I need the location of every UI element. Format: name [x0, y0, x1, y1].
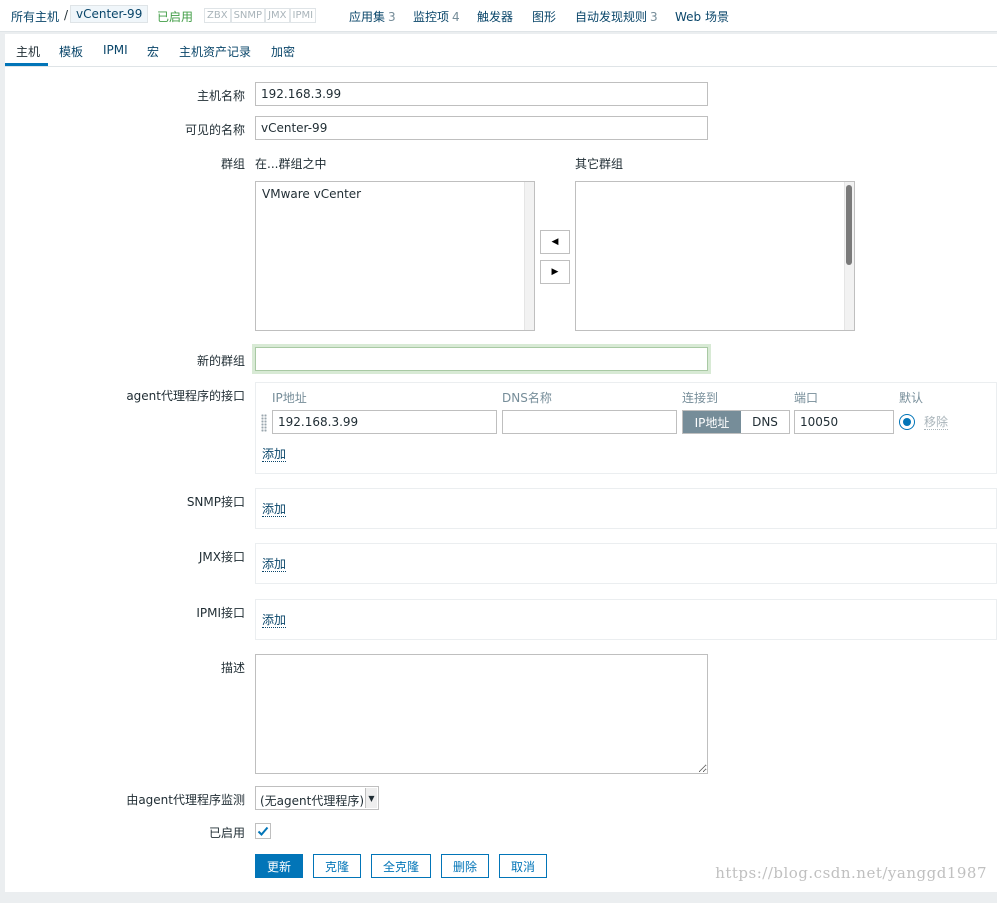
in-groups-scrollbar[interactable]: [524, 182, 534, 330]
host-form: 主机名称 可见的名称 群组 在...群组之中 其它群组 VMware vCent…: [5, 67, 997, 892]
new-group-label: 新的群组: [196, 354, 245, 368]
connect-ip-option[interactable]: IP地址: [683, 411, 741, 433]
link-discovery-label: 自动发现规则: [575, 10, 648, 24]
agent-dns-input[interactable]: [502, 410, 677, 434]
jmx-interfaces-block: 添加: [255, 543, 997, 584]
checkmark-icon: [257, 826, 269, 836]
visible-name-label: 可见的名称: [184, 123, 245, 137]
in-groups-heading: 在...群组之中: [255, 157, 327, 171]
drag-handle-icon[interactable]: [261, 414, 267, 432]
active-tab-indicator: [5, 63, 48, 66]
full-clone-button[interactable]: 全克隆: [371, 854, 431, 878]
other-groups-heading: 其它群组: [575, 157, 624, 171]
other-groups-scrollbar-thumb[interactable]: [846, 185, 852, 265]
availability-zbx: ZBX: [204, 8, 231, 23]
add-snmp-interface-link[interactable]: 添加: [262, 502, 287, 517]
link-items-count: 4: [452, 10, 460, 24]
default-interface-radio[interactable]: [899, 414, 915, 430]
snmp-interfaces-block: 添加: [255, 488, 997, 529]
agent-interfaces-block: IP地址 DNS名称 连接到 端口 默认 IP地址 DNS 移除 添加: [255, 382, 997, 474]
host-name-input[interactable]: [255, 82, 708, 106]
ipmi-interfaces-block: 添加: [255, 599, 997, 640]
tab-inventory[interactable]: 主机资产记录: [179, 43, 251, 60]
remove-interface-link[interactable]: 移除: [924, 415, 949, 430]
other-groups-list[interactable]: [575, 181, 855, 331]
column-ip-address: IP地址: [272, 391, 307, 405]
delete-button[interactable]: 删除: [441, 854, 489, 878]
move-right-button[interactable]: ▶: [540, 260, 570, 284]
availability-indicators: ZBX SNMP JMX IPMI: [204, 8, 317, 23]
other-groups-scrollbar[interactable]: [844, 182, 854, 330]
tab-encryption[interactable]: 加密: [271, 43, 295, 60]
clone-button[interactable]: 克隆: [313, 854, 361, 878]
breadcrumb-separator: /: [64, 8, 69, 22]
link-applications[interactable]: 应用集 3: [349, 8, 396, 25]
link-web-scenarios[interactable]: Web 场景: [675, 8, 729, 25]
arrow-left-icon: ◀: [551, 237, 559, 247]
add-ipmi-interface-link[interactable]: 添加: [262, 613, 287, 628]
host-name-label: 主机名称: [196, 89, 245, 103]
move-left-button[interactable]: ◀: [540, 230, 570, 254]
proxy-select[interactable]: (无agent代理程序) ▼: [255, 786, 379, 810]
agent-ip-input[interactable]: [272, 410, 497, 434]
host-navigation-bar: 所有主机 / vCenter-99 已启用 ZBX SNMP JMX IPMI …: [0, 0, 997, 32]
description-label: 描述: [220, 661, 245, 675]
connect-to-toggle: IP地址 DNS: [682, 410, 790, 434]
tab-templates[interactable]: 模板: [59, 43, 83, 60]
description-textarea[interactable]: [255, 654, 708, 774]
new-group-input[interactable]: [255, 347, 708, 371]
update-button[interactable]: 更新: [255, 854, 303, 878]
breadcrumb-current-host[interactable]: vCenter-99: [70, 5, 149, 23]
link-discovery-rules[interactable]: 自动发现规则 3: [575, 8, 658, 25]
host-form-tabs: 主机 模板 IPMI 宏 主机资产记录 加密: [5, 34, 997, 67]
link-items-label: 监控项: [413, 10, 450, 24]
arrow-right-icon: ▶: [551, 267, 559, 277]
link-discovery-count: 3: [650, 10, 658, 24]
link-items[interactable]: 监控项 4: [413, 8, 460, 25]
group-option-vmware-vcenter[interactable]: VMware vCenter: [262, 187, 361, 201]
proxy-label: 由agent代理程序监测: [126, 793, 245, 807]
link-applications-count: 3: [388, 10, 396, 24]
watermark: https://blog.csdn.net/yanggd1987: [715, 864, 987, 882]
agent-port-input[interactable]: [794, 410, 894, 434]
availability-jmx: JMX: [265, 8, 290, 23]
enabled-label: 已启用: [208, 826, 245, 840]
column-connect-to: 连接到: [682, 391, 719, 405]
tab-macros[interactable]: 宏: [147, 43, 159, 60]
add-jmx-interface-link[interactable]: 添加: [262, 557, 287, 572]
in-groups-list[interactable]: VMware vCenter: [255, 181, 535, 331]
column-default: 默认: [899, 391, 924, 405]
snmp-interfaces-label: SNMP接口: [186, 495, 245, 509]
breadcrumb-all-hosts[interactable]: 所有主机: [11, 8, 59, 25]
column-dns-name: DNS名称: [502, 391, 552, 405]
link-triggers[interactable]: 触发器: [477, 8, 513, 25]
proxy-select-value: (无agent代理程序): [260, 794, 365, 808]
enabled-checkbox[interactable]: [255, 823, 271, 839]
host-status-enabled[interactable]: 已启用: [157, 8, 193, 25]
link-graphs[interactable]: 图形: [532, 8, 556, 25]
add-agent-interface-link[interactable]: 添加: [262, 447, 287, 462]
column-port: 端口: [794, 391, 819, 405]
availability-ipmi: IPMI: [289, 8, 317, 23]
availability-snmp: SNMP: [230, 8, 266, 23]
agent-interfaces-label: agent代理程序的接口: [126, 389, 245, 403]
tab-host[interactable]: 主机: [16, 43, 40, 60]
cancel-button[interactable]: 取消: [499, 854, 547, 878]
ipmi-interfaces-label: IPMI接口: [196, 606, 245, 620]
link-applications-label: 应用集: [349, 10, 386, 24]
jmx-interfaces-label: JMX接口: [198, 550, 245, 564]
groups-label: 群组: [220, 157, 245, 171]
tab-ipmi[interactable]: IPMI: [103, 43, 128, 57]
chevron-down-icon: ▼: [365, 788, 377, 808]
connect-dns-option[interactable]: DNS: [741, 411, 789, 433]
visible-name-input[interactable]: [255, 116, 708, 140]
